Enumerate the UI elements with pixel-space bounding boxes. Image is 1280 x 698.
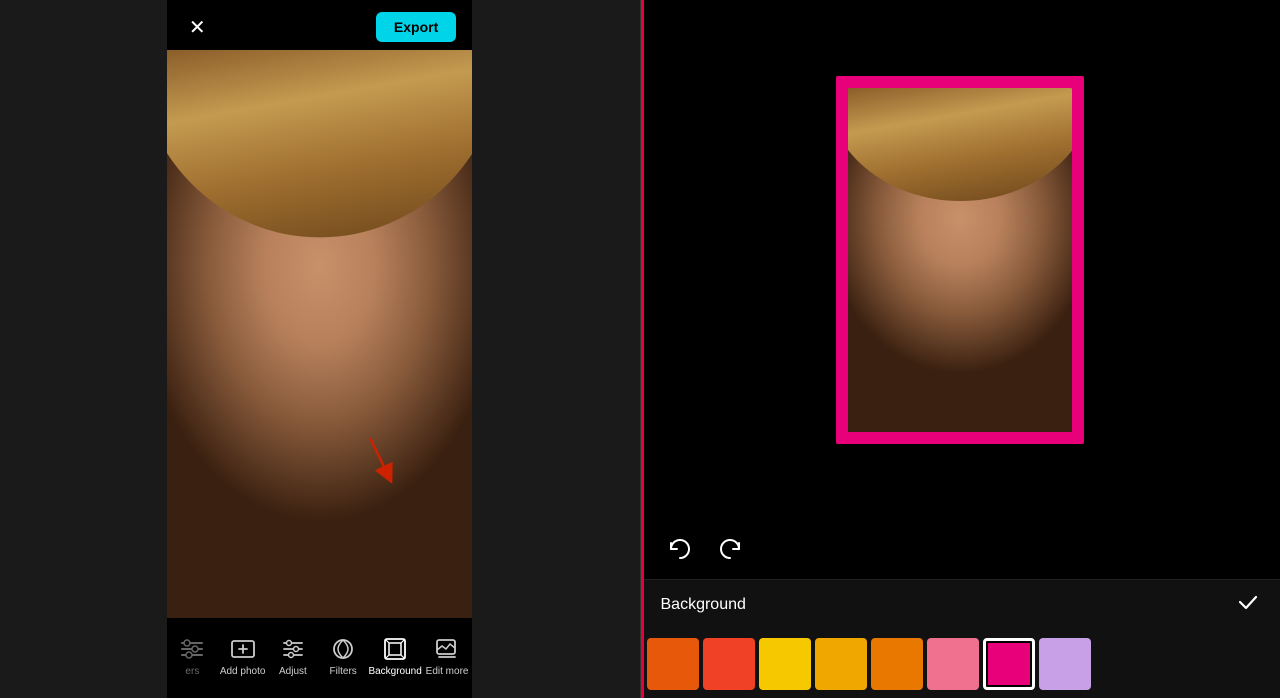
controls-row — [641, 519, 1280, 579]
right-border-accent — [641, 0, 644, 698]
phone-header: ✕ Export — [167, 0, 472, 50]
left-panel: ✕ Export — [0, 0, 640, 698]
toolbar-label-background: Background — [368, 666, 421, 677]
background-bar: Background — [641, 579, 1280, 630]
edit-more-icon — [434, 636, 460, 662]
toolbar-item-add-photo[interactable]: Add photo — [218, 636, 268, 677]
right-panel: Background — [641, 0, 1280, 698]
undo-button[interactable] — [661, 531, 697, 567]
toolbar-label-add-photo: Add photo — [220, 666, 266, 677]
adjust-icon — [280, 636, 306, 662]
arrow-indicator — [360, 433, 400, 488]
close-button[interactable]: ✕ — [183, 13, 211, 41]
confirm-button[interactable] — [1236, 590, 1260, 620]
background-label: Background — [661, 596, 746, 614]
swatch-lavender[interactable] — [1039, 638, 1091, 690]
toolbar-label-filters: Filters — [330, 666, 357, 677]
swatch-orange-red[interactable] — [647, 638, 699, 690]
photo-with-background — [836, 76, 1084, 444]
export-button[interactable]: Export — [376, 12, 456, 42]
toolbar-item-adjust[interactable]: Adjust — [268, 636, 318, 677]
bottom-toolbar: ers Add photo — [167, 618, 472, 698]
arrow-icon — [360, 433, 400, 483]
toolbar-item-filters[interactable]: Filters — [318, 636, 368, 677]
swatch-yellow[interactable] — [759, 638, 811, 690]
toolbar-item-edit-more[interactable]: Edit more — [422, 636, 472, 677]
inner-face-image — [848, 88, 1072, 432]
swatch-orange[interactable] — [871, 638, 923, 690]
filters-icon — [330, 636, 356, 662]
swatch-hot-pink[interactable] — [983, 638, 1035, 690]
swatch-pink[interactable] — [927, 638, 979, 690]
swatch-red[interactable] — [703, 638, 755, 690]
photo-area — [167, 50, 472, 618]
redo-button[interactable] — [713, 531, 749, 567]
phone-frame: ✕ Export — [167, 0, 472, 698]
face-image — [167, 50, 472, 618]
background-icon — [382, 636, 408, 662]
preview-area — [641, 0, 1280, 519]
photo-placeholder — [167, 50, 472, 618]
toolbar-item-filters-partial: ers — [167, 636, 217, 677]
toolbar-item-background[interactable]: Background — [368, 636, 421, 677]
toolbar-label-filters-partial: ers — [185, 666, 199, 677]
filters-partial-icon — [179, 636, 205, 662]
toolbar-label-edit-more: Edit more — [426, 666, 469, 677]
swatch-amber[interactable] — [815, 638, 867, 690]
color-swatches — [641, 630, 1280, 698]
toolbar-label-adjust: Adjust — [279, 666, 307, 677]
add-photo-icon — [230, 636, 256, 662]
inner-photo — [848, 88, 1072, 432]
